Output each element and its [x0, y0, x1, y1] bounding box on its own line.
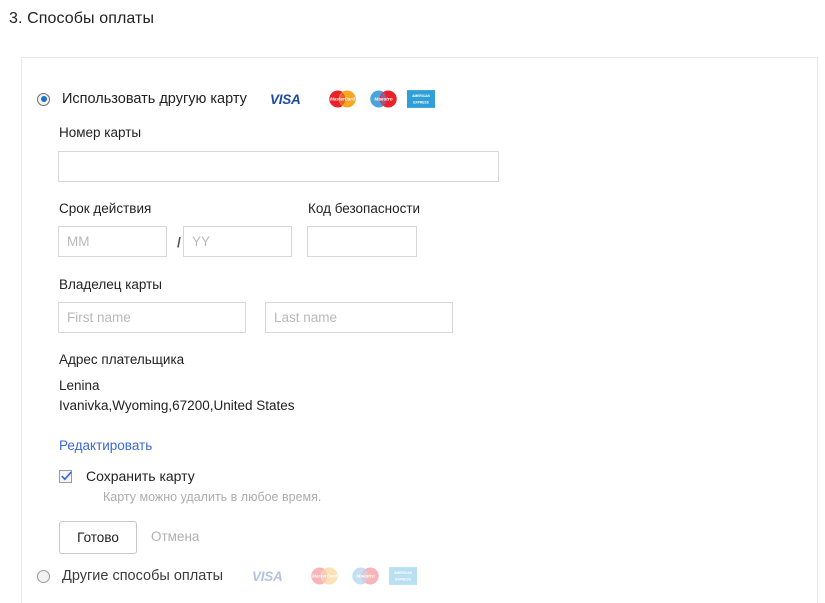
- amex-logo: AMERICAN EXPRESS: [406, 90, 435, 108]
- last-name-input[interactable]: [265, 302, 453, 333]
- maestro-logo: Maestro: [370, 90, 397, 108]
- svg-text:AMERICAN: AMERICAN: [412, 94, 430, 98]
- option-other-methods[interactable]: Другие способы оплаты VISA MasterCard Ma…: [37, 567, 418, 585]
- svg-text:Maestro: Maestro: [374, 97, 392, 103]
- save-card-checkbox[interactable]: [59, 469, 72, 483]
- option-use-another-card[interactable]: Использовать другую карту VISA MasterCar…: [37, 90, 435, 108]
- security-code-input[interactable]: [307, 226, 417, 257]
- mastercard-logo: MasterCard: [329, 90, 356, 108]
- save-card-label: Сохранить карту: [86, 468, 195, 484]
- billing-address-line1: Lenina: [59, 378, 100, 393]
- checkmark-icon: [61, 470, 72, 480]
- mastercard-logo-dim: MasterCard: [311, 567, 338, 585]
- card-number-input[interactable]: [58, 151, 499, 182]
- svg-text:MasterCard: MasterCard: [312, 574, 337, 579]
- card-logo-strip-dim: VISA MasterCard Maestro AMERICAN EXPRESS: [251, 567, 418, 585]
- card-number-label: Номер карты: [59, 125, 142, 140]
- expiry-separator: /: [177, 234, 181, 250]
- option-other-methods-label: Другие способы оплаты: [62, 568, 224, 584]
- card-holder-label: Владелец карты: [59, 277, 163, 292]
- billing-address-label: Адрес плательщика: [59, 352, 185, 367]
- radio-other-methods[interactable]: [37, 569, 50, 583]
- security-code-label: Код безопасности: [308, 201, 421, 216]
- svg-text:MasterCard: MasterCard: [330, 97, 355, 102]
- edit-address-link[interactable]: Редактировать: [59, 438, 152, 453]
- svg-text:AMERICAN: AMERICAN: [394, 571, 412, 575]
- option-use-another-card-label: Использовать другую карту: [62, 91, 247, 107]
- svg-text:Maestro: Maestro: [356, 574, 374, 580]
- expiry-month-input[interactable]: [58, 226, 167, 257]
- svg-text:VISA: VISA: [252, 569, 283, 584]
- cancel-button[interactable]: Отмена: [151, 529, 199, 544]
- visa-logo-dim: VISA: [252, 569, 283, 584]
- expiry-year-input[interactable]: [183, 226, 292, 257]
- page-title: 3. Способы оплаты: [9, 10, 155, 27]
- done-button[interactable]: Готово: [59, 521, 137, 554]
- visa-logo: VISA: [270, 92, 301, 107]
- svg-text:EXPRESS: EXPRESS: [413, 100, 429, 104]
- svg-text:VISA: VISA: [270, 92, 301, 107]
- payment-methods-panel: Использовать другую карту VISA MasterCar…: [21, 57, 818, 603]
- first-name-input[interactable]: [58, 302, 246, 333]
- amex-logo-dim: AMERICAN EXPRESS: [389, 567, 418, 585]
- save-card-hint: Карту можно удалить в любое время.: [103, 490, 322, 504]
- expiry-label: Срок действия: [59, 201, 152, 216]
- svg-text:EXPRESS: EXPRESS: [395, 577, 411, 581]
- maestro-logo-dim: Maestro: [352, 567, 379, 585]
- card-logo-strip: VISA MasterCard Maestro AMERICAN EXPRESS: [269, 90, 435, 108]
- save-card-row[interactable]: Сохранить карту: [59, 468, 195, 484]
- radio-use-another-card[interactable]: [37, 92, 50, 106]
- billing-address-line2: Ivanivka,Wyoming,67200,United States: [59, 398, 295, 413]
